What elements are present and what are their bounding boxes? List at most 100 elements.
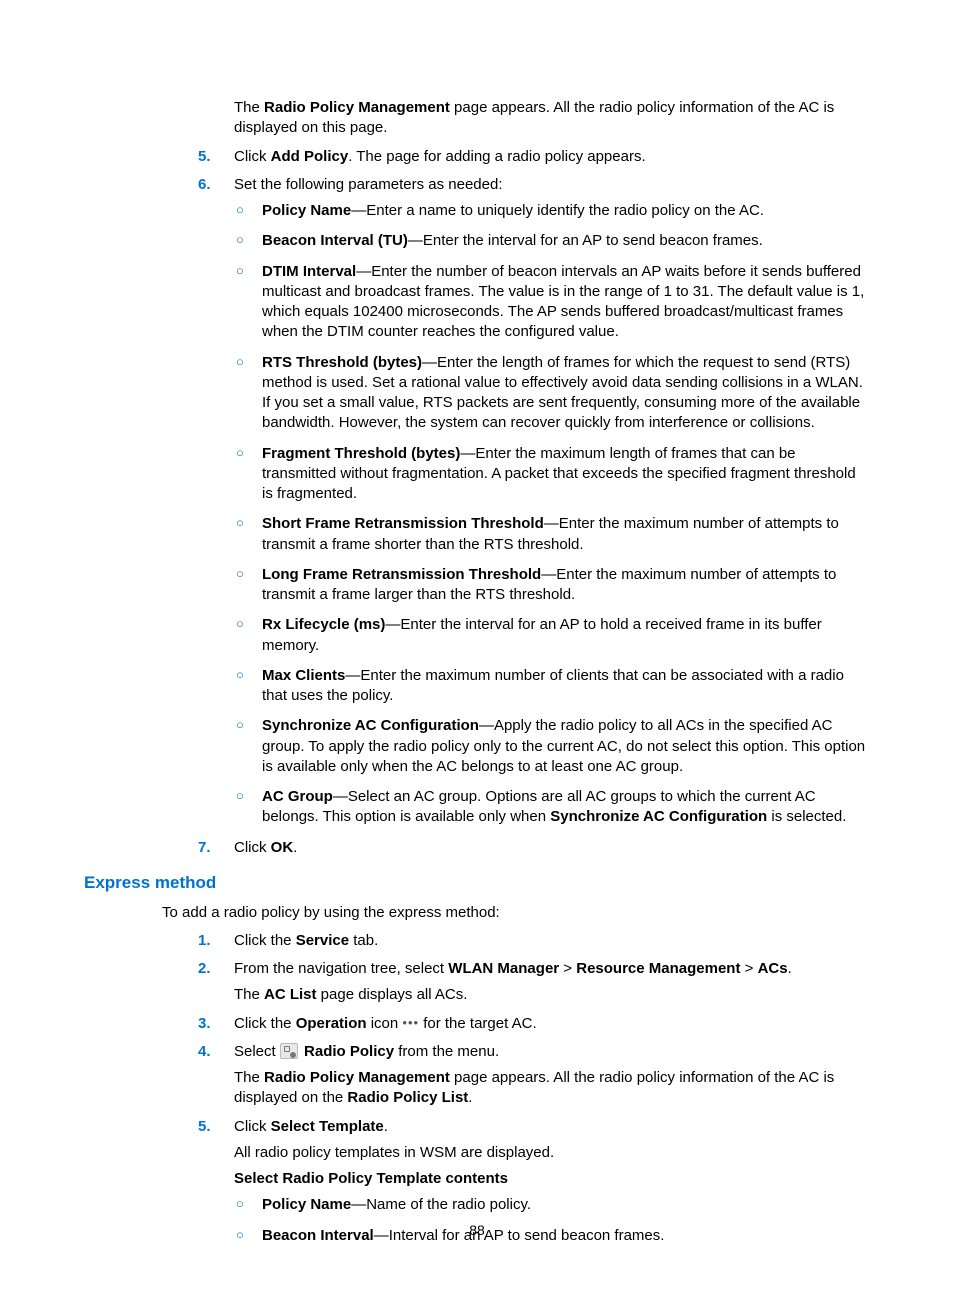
param-desc: —Enter the interval for an AP to send be… bbox=[408, 232, 763, 249]
list-number: 6. bbox=[198, 175, 226, 195]
list-item: 5. Click Add Policy. The page for adding… bbox=[198, 147, 870, 167]
circle-bullet-icon: ○ bbox=[236, 666, 244, 684]
bullet-item: ○DTIM Interval—Enter the number of beaco… bbox=[234, 262, 870, 343]
text: The bbox=[234, 986, 264, 1003]
param-name: Max Clients bbox=[262, 667, 345, 684]
paragraph: Click Add Policy. The page for adding a … bbox=[234, 147, 870, 167]
radio-policy-icon bbox=[280, 1043, 298, 1059]
paragraph: The Radio Policy Management page appears… bbox=[198, 98, 870, 139]
bold-text: Resource Management bbox=[576, 960, 740, 977]
bullet-item: ○ Max Clients—Enter the maximum number of… bbox=[234, 666, 870, 707]
param-name: DTIM Interval bbox=[262, 263, 356, 280]
bullet-item: ○Policy Name—Name of the radio policy. bbox=[234, 1195, 870, 1215]
text: Set the following parameters as needed: bbox=[234, 176, 503, 193]
param-desc: —Enter the maximum number of clients tha… bbox=[262, 667, 844, 704]
page-number: 88 bbox=[0, 1221, 954, 1240]
list-number: 5. bbox=[198, 147, 226, 167]
text: Click the bbox=[234, 1015, 296, 1032]
bold-text: Synchronize AC Configuration bbox=[550, 808, 767, 825]
ordered-list: 1. Click the Service tab. 2. From the na… bbox=[198, 931, 870, 1246]
paragraph: Select Radio Policy from the menu. bbox=[234, 1042, 870, 1062]
text: The bbox=[234, 99, 264, 116]
param-desc: —Name of the radio policy. bbox=[351, 1196, 531, 1213]
paragraph: Click Select Template. bbox=[234, 1117, 870, 1137]
text: Click bbox=[234, 839, 271, 856]
text: from the menu. bbox=[394, 1043, 499, 1060]
paragraph: Click the Service tab. bbox=[234, 931, 870, 951]
param-desc: —Enter a name to uniquely identify the r… bbox=[351, 202, 764, 219]
text: Select bbox=[234, 1043, 280, 1060]
text: page displays all ACs. bbox=[317, 986, 468, 1003]
text: Click the bbox=[234, 932, 296, 949]
param-name: AC Group bbox=[262, 788, 333, 805]
bold-text: WLAN Manager bbox=[448, 960, 559, 977]
circle-bullet-icon: ○ bbox=[236, 716, 244, 734]
bullet-list: ○Policy Name—Enter a name to uniquely id… bbox=[234, 201, 870, 828]
bold-text: Radio Policy bbox=[304, 1043, 394, 1060]
list-number: 3. bbox=[198, 1014, 226, 1034]
text: for the target AC. bbox=[419, 1015, 537, 1032]
bullet-item: ○AC Group—Select an AC group. Options ar… bbox=[234, 787, 870, 828]
circle-bullet-icon: ○ bbox=[236, 514, 244, 532]
sub-heading: Select Radio Policy Template contents bbox=[234, 1169, 870, 1189]
bullet-item: ○Fragment Threshold (bytes)—Enter the ma… bbox=[234, 444, 870, 505]
bold-text: Radio Policy Management bbox=[264, 99, 450, 116]
param-name: Synchronize AC Configuration bbox=[262, 717, 479, 734]
bold-text: Select Template bbox=[271, 1118, 384, 1135]
express-content: 1. Click the Service tab. 2. From the na… bbox=[198, 931, 870, 1246]
bullet-item: ○Synchronize AC Configuration—Apply the … bbox=[234, 716, 870, 777]
circle-bullet-icon: ○ bbox=[236, 201, 244, 219]
bold-text: Add Policy bbox=[271, 148, 349, 165]
page: The Radio Policy Management page appears… bbox=[0, 0, 954, 1296]
text: . bbox=[468, 1089, 472, 1106]
bullet-item: ○Long Frame Retransmission Threshold—Ent… bbox=[234, 565, 870, 606]
circle-bullet-icon: ○ bbox=[236, 565, 244, 583]
paragraph: Set the following parameters as needed: bbox=[234, 175, 870, 195]
list-body: Click the Operation icon ••• for the tar… bbox=[234, 1014, 870, 1034]
paragraph: Click OK. bbox=[234, 838, 870, 858]
text: . The page for adding a radio policy app… bbox=[348, 148, 645, 165]
param-name: Beacon Interval (TU) bbox=[262, 232, 408, 249]
paragraph: All radio policy templates in WSM are di… bbox=[234, 1143, 870, 1163]
list-item: 1. Click the Service tab. bbox=[198, 931, 870, 951]
list-body: Click the Service tab. bbox=[234, 931, 870, 951]
text: > bbox=[740, 960, 757, 977]
paragraph: To add a radio policy by using the expre… bbox=[84, 903, 870, 923]
bold-text: AC List bbox=[264, 986, 317, 1003]
circle-bullet-icon: ○ bbox=[236, 231, 244, 249]
text: . bbox=[384, 1118, 388, 1135]
bold-text: Select Radio Policy Template contents bbox=[234, 1170, 508, 1187]
param-name: Rx Lifecycle (ms) bbox=[262, 616, 385, 633]
text: Click bbox=[234, 148, 271, 165]
bold-text: Service bbox=[296, 932, 349, 949]
list-body: Set the following parameters as needed: … bbox=[234, 175, 870, 828]
list-body: Select Radio Policy from the menu. The R… bbox=[234, 1042, 870, 1109]
text: From the navigation tree, select bbox=[234, 960, 448, 977]
list-number: 7. bbox=[198, 838, 226, 858]
circle-bullet-icon: ○ bbox=[236, 615, 244, 633]
bold-text: ACs bbox=[758, 960, 788, 977]
bold-text: Radio Policy Management bbox=[264, 1069, 450, 1086]
list-item: 7. Click OK. bbox=[198, 838, 870, 858]
bullet-item: ○Short Frame Retransmission Threshold—En… bbox=[234, 514, 870, 555]
list-item: 6. Set the following parameters as neede… bbox=[198, 175, 870, 828]
list-item: 3. Click the Operation icon ••• for the … bbox=[198, 1014, 870, 1034]
list-item: 2. From the navigation tree, select WLAN… bbox=[198, 959, 870, 1006]
paragraph: Click the Operation icon ••• for the tar… bbox=[234, 1014, 870, 1034]
param-desc: is selected. bbox=[767, 808, 846, 825]
circle-bullet-icon: ○ bbox=[236, 787, 244, 805]
list-item: 4. Select Radio Policy from the menu. Th… bbox=[198, 1042, 870, 1109]
ordered-list: 5. Click Add Policy. The page for adding… bbox=[198, 147, 870, 858]
list-number: 4. bbox=[198, 1042, 226, 1062]
list-number: 1. bbox=[198, 931, 226, 951]
list-body: From the navigation tree, select WLAN Ma… bbox=[234, 959, 870, 1006]
section-heading-express-method: Express method bbox=[84, 872, 870, 895]
param-name: Long Frame Retransmission Threshold bbox=[262, 566, 541, 583]
paragraph: From the navigation tree, select WLAN Ma… bbox=[234, 959, 870, 979]
paragraph: The AC List page displays all ACs. bbox=[234, 985, 870, 1005]
circle-bullet-icon: ○ bbox=[236, 353, 244, 371]
text: The bbox=[234, 1069, 264, 1086]
list-number: 5. bbox=[198, 1117, 226, 1137]
bold-text: Operation bbox=[296, 1015, 367, 1032]
param-name: Policy Name bbox=[262, 1196, 351, 1213]
